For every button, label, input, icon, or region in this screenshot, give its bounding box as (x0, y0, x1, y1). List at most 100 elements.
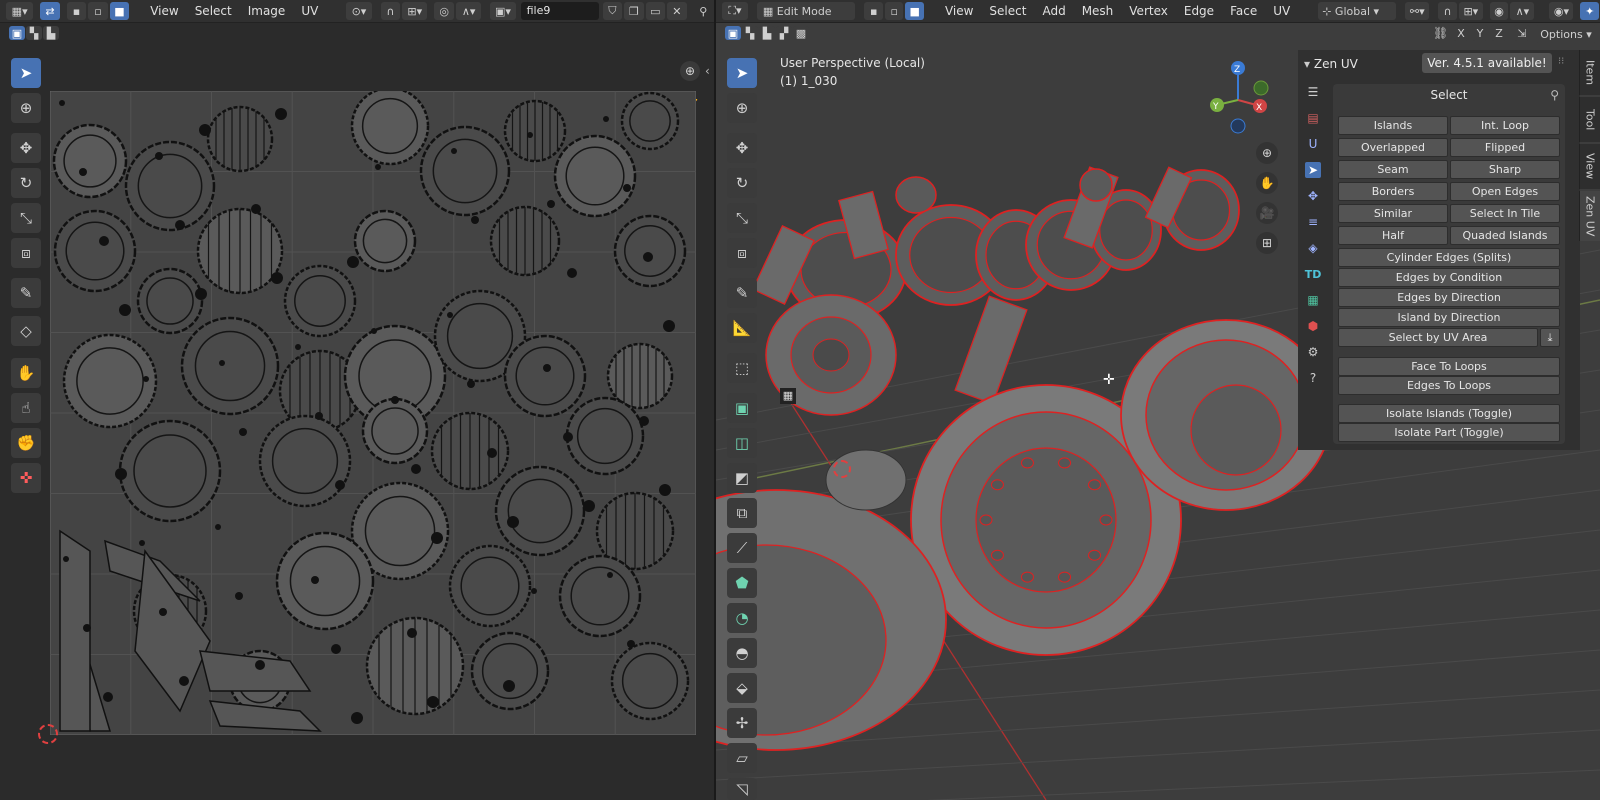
vp-loopcut-tool-icon[interactable]: ⧉ (727, 498, 757, 528)
vp-polybuild-tool-icon[interactable]: ⬟ (727, 568, 757, 598)
vp-smooth-tool-icon[interactable]: ◓ (727, 638, 757, 668)
vp-face-select-icon[interactable]: ■ (905, 2, 924, 20)
uv-canvas[interactable] (50, 91, 696, 735)
vp-pivot-icon[interactable]: ⚯▾ (1405, 2, 1430, 20)
gizmo-toggle-icon[interactable]: ✦ (1580, 2, 1599, 20)
preferences-icon[interactable]: ⚙ (1305, 344, 1321, 360)
select-panel-header[interactable]: Select (1333, 84, 1565, 106)
panel-pin-icon[interactable]: ⚲ (1550, 88, 1559, 102)
vp-select-invert-icon[interactable]: ▞ (776, 26, 792, 40)
select-box-new-icon[interactable]: ▣ (9, 26, 25, 40)
face-select-icon[interactable]: ■ (109, 2, 130, 20)
vp-select-extend-icon[interactable]: ▚ (742, 26, 758, 40)
zoom-icon[interactable]: ⊕ (680, 61, 700, 81)
menu-uv[interactable]: UV (293, 0, 326, 22)
falloff-icon[interactable]: ∧▾ (455, 2, 482, 20)
uv-collapse-arrow-icon[interactable]: ‹ (705, 64, 710, 78)
select-open-edges-button[interactable]: Open Edges (1450, 182, 1560, 201)
vp-scale-tool-icon[interactable]: ⤡ (727, 203, 757, 233)
unlink-image-icon[interactable]: ✕ (667, 2, 687, 20)
cursor-tool-icon[interactable]: ⊕ (11, 93, 41, 123)
rip-tool-icon[interactable]: ◇ (11, 316, 41, 346)
options-dropdown[interactable]: Options ▾ (1535, 25, 1597, 43)
pinch-tool-icon[interactable]: ✊ (11, 428, 41, 458)
select-seam-button[interactable]: Seam (1338, 160, 1448, 179)
open-image-icon[interactable]: ▭ (645, 2, 666, 20)
vp-add-cube-tool-icon[interactable]: ⬚ (727, 353, 757, 383)
vp-falloff-icon[interactable]: ∧▾ (1510, 2, 1535, 20)
edges-by-direction-button[interactable]: Edges by Direction (1338, 288, 1560, 307)
grab-tool-icon[interactable]: ✋ (11, 358, 41, 388)
snap-target-icon[interactable]: ⊞▾ (402, 2, 428, 20)
edges-by-condition-button[interactable]: Edges by Condition (1338, 268, 1560, 287)
vp-menu-add[interactable]: Add (1034, 0, 1073, 22)
proportional-edit-icon[interactable]: ◎ (434, 2, 454, 20)
scale-tool-icon[interactable]: ⤡ (11, 203, 41, 233)
select-box-extend-icon[interactable]: ▚ (26, 26, 42, 40)
zen-uv-tool-icon[interactable]: ✜ (11, 463, 41, 493)
vp-annotate-tool-icon[interactable]: ✎ (727, 278, 757, 308)
drag-grip-icon[interactable]: ⁝⁝ (1558, 56, 1564, 67)
cylinder-edges-splits-button[interactable]: Cylinder Edges (Splits) (1338, 248, 1560, 267)
vp-camera-icon[interactable]: 🎥 (1256, 202, 1278, 224)
editor-type-icon[interactable]: ▦▾ (6, 2, 34, 20)
vp-menu-vertex[interactable]: Vertex (1121, 0, 1176, 22)
vp-edge-slide-tool-icon[interactable]: ⬙ (727, 673, 757, 703)
select-category-icon[interactable]: ➤ (1305, 162, 1321, 178)
image-browse-icon[interactable]: ▣▾ (490, 2, 516, 20)
select-quaded-islands-button[interactable]: Quaded Islands (1450, 226, 1560, 245)
vp-select-new-icon[interactable]: ▣ (725, 26, 741, 40)
vp-menu-view[interactable]: View (937, 0, 981, 22)
select-int-loop-button[interactable]: Int. Loop (1450, 116, 1560, 135)
relax-tool-icon[interactable]: ☝ (11, 393, 41, 423)
transform-category-icon[interactable]: ✥ (1305, 188, 1321, 204)
vp-shear-tool-icon[interactable]: ▱ (727, 743, 757, 773)
layers-icon[interactable]: ◈ (1305, 240, 1321, 256)
unwrap-icon[interactable]: U (1305, 136, 1321, 152)
orientation-dropdown[interactable]: ⊹ Global ▾ (1318, 2, 1397, 20)
material-icon[interactable]: ⬢ (1305, 318, 1321, 334)
select-islands-button[interactable]: Islands (1338, 116, 1448, 135)
island-by-direction-button[interactable]: Island by Direction (1338, 308, 1560, 327)
vp-transform-tool-icon[interactable]: ⧈ (727, 238, 757, 268)
uv-area-download-icon[interactable]: ⤓ (1540, 328, 1560, 347)
vertex-select-icon[interactable]: ▪ (66, 2, 87, 20)
vp-proportional-icon[interactable]: ◉ (1489, 2, 1509, 20)
transform-tool-icon[interactable]: ⧈ (11, 238, 41, 268)
select-by-uv-area-button[interactable]: Select by UV Area (1338, 328, 1538, 347)
checker-overlay-icon[interactable]: ▦ (780, 388, 796, 404)
mode-selector[interactable]: ▦ Edit Mode (756, 2, 856, 20)
vp-select-intersect-icon[interactable]: ▩ (793, 26, 809, 40)
select-similar-button[interactable]: Similar (1338, 204, 1448, 223)
vp-edge-select-icon[interactable]: ▫ (884, 2, 904, 20)
select-box-subtract-icon[interactable]: ▙ (43, 26, 59, 40)
vp-shrink-tool-icon[interactable]: ✢ (727, 708, 757, 738)
mirror-x-toggle[interactable]: X (1453, 25, 1469, 41)
menu-select[interactable]: Select (187, 0, 240, 22)
image-name-field[interactable]: file9 (520, 2, 599, 20)
navigation-gizmo[interactable]: Z X Y (1205, 58, 1285, 138)
vp-cursor-tool-icon[interactable]: ⊕ (727, 93, 757, 123)
select-sharp-button[interactable]: Sharp (1450, 160, 1560, 179)
vp-extrude-tool-icon[interactable]: ▣ (727, 393, 757, 423)
help-icon[interactable]: ? (1305, 370, 1321, 386)
vp-snap-icon[interactable]: ∩ (1438, 2, 1457, 20)
vp-snap-target-icon[interactable]: ⊞▾ (1458, 2, 1483, 20)
version-notice-button[interactable]: Ver. 4.5.1 available! (1422, 53, 1552, 73)
edges-to-loops-button[interactable]: Edges To Loops (1338, 376, 1560, 395)
menu-image[interactable]: Image (240, 0, 294, 22)
vp-zoom-icon[interactable]: ⊕ (1256, 142, 1278, 164)
3d-cursor-icon[interactable] (833, 460, 851, 478)
vp-spin-tool-icon[interactable]: ◔ (727, 603, 757, 633)
mirror-z-toggle[interactable]: Z (1491, 25, 1507, 41)
vp-rip-tool-icon[interactable]: ◹ (727, 778, 757, 800)
face-to-loops-button[interactable]: Face To Loops (1338, 357, 1560, 376)
edge-select-icon[interactable]: ▫ (88, 2, 108, 20)
vp-measure-tool-icon[interactable]: 📐 (727, 313, 757, 343)
vp-menu-select[interactable]: Select (981, 0, 1034, 22)
isolate-part-toggle-button[interactable]: Isolate Part (Toggle) (1338, 423, 1560, 442)
annotate-tool-icon[interactable]: ✎ (11, 278, 41, 308)
select-select-in-tile-button[interactable]: Select In Tile (1450, 204, 1560, 223)
vp-select-tool-icon[interactable]: ➤ (727, 58, 757, 88)
vp-select-subtract-icon[interactable]: ▙ (759, 26, 775, 40)
